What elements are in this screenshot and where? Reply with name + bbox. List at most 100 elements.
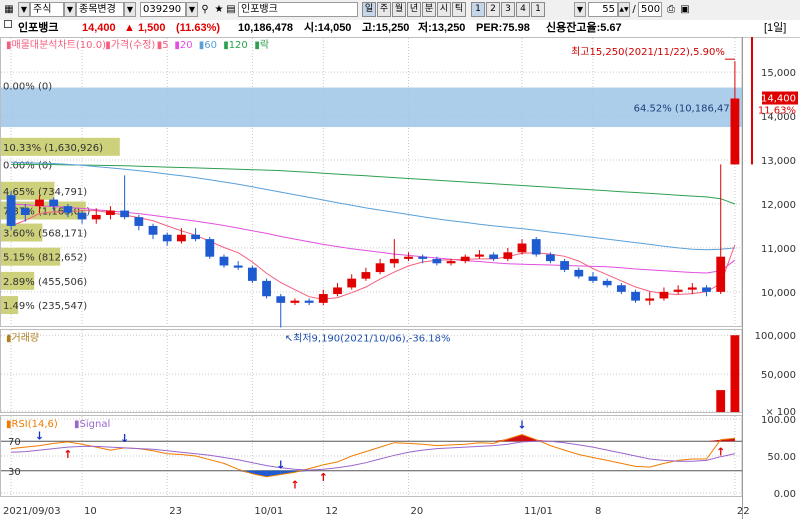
candle-body	[389, 258, 399, 264]
volume-bar	[716, 390, 726, 412]
print-icon[interactable]: ⎙	[664, 2, 678, 17]
legend-item: ▮매물대분석차트(10.0)	[6, 39, 106, 51]
candle-body	[489, 254, 499, 259]
candle-body	[702, 287, 711, 292]
buy-signal-arrow: ↑	[716, 446, 725, 459]
period-button-5[interactable]: 시	[437, 2, 451, 17]
volume-profile-label: 4.65% (734,791)	[3, 187, 87, 198]
legend-item: ▮20	[174, 40, 192, 51]
candle-body	[730, 98, 740, 165]
stock-name: 인포뱅크	[18, 22, 59, 34]
stock-chart[interactable]: 10,00011,00012,00013,00014,00015,00064.5…	[0, 37, 800, 519]
list-icon[interactable]: ▤	[224, 2, 238, 17]
interval-button-2[interactable]: 3	[501, 2, 515, 17]
stock-code-input[interactable]: 039290	[140, 2, 186, 17]
candle-body	[191, 234, 200, 240]
rsi-tick-label: 50.00	[767, 452, 796, 463]
x-tick-label: 12	[325, 506, 338, 517]
legend-item: ▮5	[157, 40, 169, 51]
current-price-tag-label: 14,400	[761, 94, 796, 105]
candle-body	[49, 199, 59, 207]
candle-body	[659, 291, 669, 299]
rsi-reference-label: 30	[8, 467, 21, 478]
slash-separator: /	[632, 4, 636, 15]
stock-change-select[interactable]: 종목변경	[76, 2, 124, 17]
quote-bar: 인포뱅크 14,400 ▲ 1,500 (11.63%) 10,186,478 …	[0, 20, 800, 38]
stock-name-field[interactable]: 인포뱅크	[238, 2, 358, 17]
period-button-1[interactable]: 주	[377, 2, 391, 17]
period-button-6[interactable]: 틱	[452, 2, 466, 17]
candle-body	[645, 298, 655, 301]
volume-bar	[730, 335, 740, 412]
candle-body	[276, 296, 286, 303]
candle-body	[148, 225, 158, 235]
rsi-pane	[0, 415, 743, 497]
volume-profile-label: 10.33% (1,630,926)	[3, 143, 103, 154]
period-button-4[interactable]: 분	[422, 2, 436, 17]
candle-body	[616, 285, 626, 292]
spinner-icon[interactable]: ▲▼	[618, 2, 630, 17]
candle-body	[120, 210, 130, 218]
candle-body	[347, 278, 357, 288]
interval-button-1[interactable]: 2	[486, 2, 500, 17]
credit-ratio: 신용잔고율:5.67	[546, 22, 622, 34]
search-icon[interactable]: ⚲	[198, 2, 212, 17]
period-button-2[interactable]: 월	[392, 2, 406, 17]
buy-signal-arrow: ↑	[63, 448, 72, 461]
checkbox-icon[interactable]	[4, 20, 12, 28]
current-pct-label: 11.63%	[758, 106, 796, 117]
interval-button-4[interactable]: 1	[531, 2, 545, 17]
highlight-band-label: 64.52% (10,186,478)	[634, 103, 740, 114]
candle-body	[247, 267, 257, 281]
chevron-down-icon[interactable]: ▼	[574, 2, 586, 17]
rsi-tick-label: 100.00	[761, 415, 796, 426]
volume-profile-label: 1.49% (235,547)	[3, 301, 87, 312]
candle-body	[517, 243, 527, 253]
x-tick-label: 2021/09/03	[3, 506, 61, 517]
candle-body	[63, 206, 73, 213]
candle-body	[77, 212, 87, 220]
legend-item: ▮락	[254, 39, 269, 51]
candle-body	[262, 280, 271, 297]
chevron-down-icon[interactable]: ▼	[18, 2, 30, 17]
candle-body	[205, 239, 215, 257]
chevron-down-icon[interactable]: ▼	[186, 2, 198, 17]
volume-tick-label: 100,000	[755, 331, 796, 342]
candle-body	[673, 289, 683, 292]
candle-body	[162, 234, 172, 242]
price-tick-label: 11,000	[761, 244, 796, 255]
chevron-down-icon[interactable]: ▼	[124, 2, 136, 17]
buy-signal-arrow: ↑	[319, 471, 328, 484]
price-tick-label: 13,000	[761, 156, 796, 167]
sell-signal-arrow: ↓	[120, 432, 129, 445]
candle-body	[375, 263, 385, 273]
candle-body	[361, 272, 371, 279]
price-tick-label: 15,000	[761, 68, 796, 79]
grid-icon[interactable]: ▦	[2, 2, 16, 17]
save-icon[interactable]: ▣	[678, 2, 692, 17]
candle-body	[404, 256, 413, 259]
price-tick-label: 10,000	[761, 288, 796, 299]
interval-button-0[interactable]: 1	[471, 2, 485, 17]
candle-body	[233, 265, 243, 268]
volume-tick-label: 50,000	[761, 370, 796, 381]
rsi-tick-label: 0.00	[774, 489, 796, 500]
candle-body	[290, 300, 300, 303]
x-tick-label: 20	[410, 506, 423, 517]
count-input[interactable]: 55	[588, 2, 618, 17]
candle-body	[418, 256, 428, 259]
candle-body	[432, 258, 442, 264]
period-button-3[interactable]: 년	[407, 2, 421, 17]
candle-body	[35, 199, 44, 207]
candle-body	[602, 280, 612, 286]
period-button-0[interactable]: 일	[362, 2, 376, 17]
sell-signal-arrow: ↓	[35, 430, 44, 443]
x-tick-label: 8	[595, 506, 601, 517]
candle-body	[91, 214, 101, 220]
volume-profile-label: 0.00% (0)	[3, 81, 52, 92]
candle-body	[546, 254, 555, 262]
per-value: PER:75.98	[476, 22, 530, 34]
interval-button-3[interactable]: 4	[516, 2, 530, 17]
chevron-down-icon[interactable]: ▼	[64, 2, 76, 17]
market-select[interactable]: 주식	[30, 2, 64, 17]
